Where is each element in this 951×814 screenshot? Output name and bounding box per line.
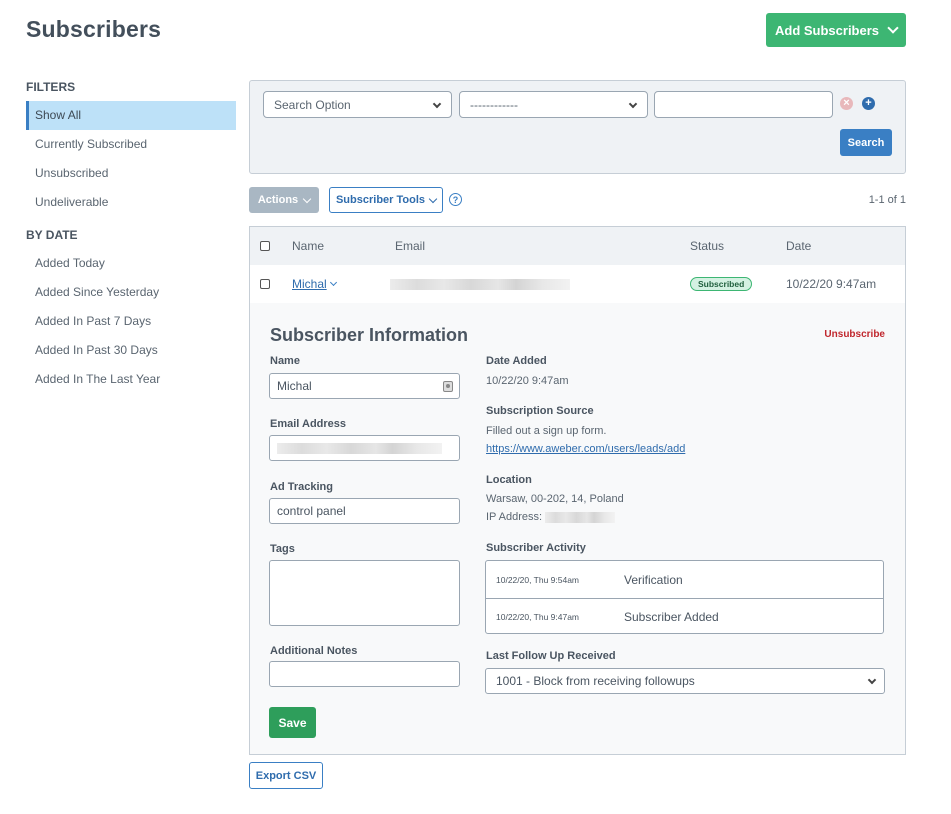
ip-address-row: IP Address: [486, 511, 616, 523]
filter-added-past-7-days[interactable]: Added In Past 7 Days [26, 307, 236, 336]
activity-event: Subscriber Added [624, 609, 719, 624]
activity-event: Verification [624, 572, 683, 587]
chevron-down-icon [628, 99, 638, 109]
search-value-input[interactable] [654, 91, 833, 118]
filter-currently-subscribed[interactable]: Currently Subscribed [26, 130, 236, 159]
date-added-value: 10/22/20 9:47am [486, 375, 569, 387]
filter-added-last-year[interactable]: Added In The Last Year [26, 365, 236, 394]
unsubscribe-link[interactable]: Unsubscribe [824, 329, 885, 340]
search-operator-select[interactable]: ------------ [459, 91, 648, 118]
subscriber-tools-button[interactable]: Subscriber Tools [329, 187, 443, 213]
column-header-name[interactable]: Name [292, 227, 324, 265]
chevron-down-icon [302, 194, 312, 203]
source-text: Filled out a sign up form. [486, 425, 607, 437]
activity-label: Subscriber Activity [486, 542, 586, 554]
location-value: Warsaw, 00-202, 14, Poland [486, 493, 624, 505]
ad-tracking-value: control panel [277, 504, 346, 518]
name-value: Michal [277, 379, 312, 393]
subscriber-name: Michal [292, 277, 327, 291]
table-row[interactable]: Michal Subscribed 10/22/20 9:47am [250, 265, 905, 303]
source-url-link[interactable]: https://www.aweber.com/users/leads/add [486, 443, 685, 455]
chevron-down-icon [867, 675, 877, 685]
chevron-down-icon [432, 99, 442, 109]
source-label: Subscription Source [486, 405, 594, 417]
status-badge: Subscribed [690, 277, 753, 291]
sidebar: FILTERS Show All Currently Subscribed Un… [26, 80, 236, 394]
chevron-down-icon [428, 194, 438, 203]
filter-added-today[interactable]: Added Today [26, 249, 236, 278]
detail-title: Subscriber Information [270, 325, 469, 345]
activity-list: 10/22/20, Thu 9:54am Verification 10/22/… [485, 560, 884, 634]
search-option-value: Search Option [274, 97, 351, 112]
date-added-label: Date Added [486, 355, 547, 367]
select-all-checkbox[interactable] [260, 241, 270, 251]
subscribers-table: Name Email Status Date Michal Subscribed… [249, 226, 906, 755]
subscriber-tools-label: Subscriber Tools [335, 194, 426, 206]
ad-tracking-label: Ad Tracking [270, 481, 333, 493]
column-header-email[interactable]: Email [395, 227, 425, 265]
activity-date: 10/22/20, Thu 9:54am [496, 574, 580, 585]
notes-label: Additional Notes [270, 645, 358, 657]
by-date-heading: BY DATE [26, 228, 78, 242]
search-button[interactable]: Search [840, 129, 892, 156]
email-redacted [390, 278, 570, 290]
tags-label: Tags [270, 543, 295, 555]
email-field[interactable] [269, 435, 460, 461]
ip-label: IP Address: [486, 511, 543, 523]
column-header-date[interactable]: Date [786, 227, 811, 265]
subscriber-date: 10/22/20 9:47am [786, 277, 877, 291]
tags-field[interactable] [269, 560, 460, 626]
ip-redacted [545, 511, 616, 523]
chevron-down-icon [887, 22, 899, 34]
filters-heading: FILTERS [26, 80, 76, 94]
filter-added-since-yesterday[interactable]: Added Since Yesterday [26, 278, 236, 307]
help-icon[interactable]: ? [449, 193, 462, 206]
row-checkbox[interactable] [260, 279, 270, 289]
search-option-select[interactable]: Search Option [263, 91, 452, 118]
followup-label: Last Follow Up Received [486, 650, 616, 662]
save-button[interactable]: Save [269, 707, 316, 738]
activity-date: 10/22/20, Thu 9:47am [496, 611, 580, 622]
activity-row: 10/22/20, Thu 9:47am Subscriber Added [486, 598, 883, 634]
search-panel: Search Option ------------ × + Search [249, 80, 906, 174]
add-subscribers-button[interactable]: Add Subscribers [766, 13, 906, 47]
table-header: Name Email Status Date [250, 227, 905, 265]
notes-field[interactable] [269, 661, 460, 687]
filter-show-all[interactable]: Show All [26, 101, 236, 130]
email-redacted [277, 442, 442, 454]
add-subscribers-label: Add Subscribers [774, 22, 880, 38]
activity-row: 10/22/20, Thu 9:54am Verification [486, 561, 883, 598]
actions-label: Actions [257, 194, 299, 206]
column-header-status[interactable]: Status [690, 227, 724, 265]
location-label: Location [486, 474, 532, 486]
followup-value: 1001 - Block from receiving followups [496, 674, 695, 688]
contact-card-icon [443, 381, 453, 392]
followup-select[interactable]: 1001 - Block from receiving followups [485, 668, 885, 694]
filter-undeliverable[interactable]: Undeliverable [26, 188, 236, 217]
filter-added-past-30-days[interactable]: Added In Past 30 Days [26, 336, 236, 365]
add-criteria-icon[interactable]: + [862, 97, 875, 110]
ad-tracking-field[interactable]: control panel [269, 498, 460, 524]
filter-unsubscribed[interactable]: Unsubscribed [26, 159, 236, 188]
search-operator-value: ------------ [470, 97, 518, 112]
remove-criteria-icon[interactable]: × [840, 97, 853, 110]
email-label: Email Address [270, 418, 347, 430]
pagination-summary: 1-1 of 1 [868, 194, 906, 206]
actions-dropdown-button[interactable]: Actions [249, 187, 319, 213]
name-label: Name [270, 355, 300, 367]
name-field[interactable]: Michal [269, 373, 460, 399]
subscriber-name-link[interactable]: Michal [292, 277, 337, 291]
export-csv-button[interactable]: Export CSV [249, 762, 323, 789]
chevron-down-icon [329, 278, 337, 287]
page-title: Subscribers [26, 16, 162, 42]
